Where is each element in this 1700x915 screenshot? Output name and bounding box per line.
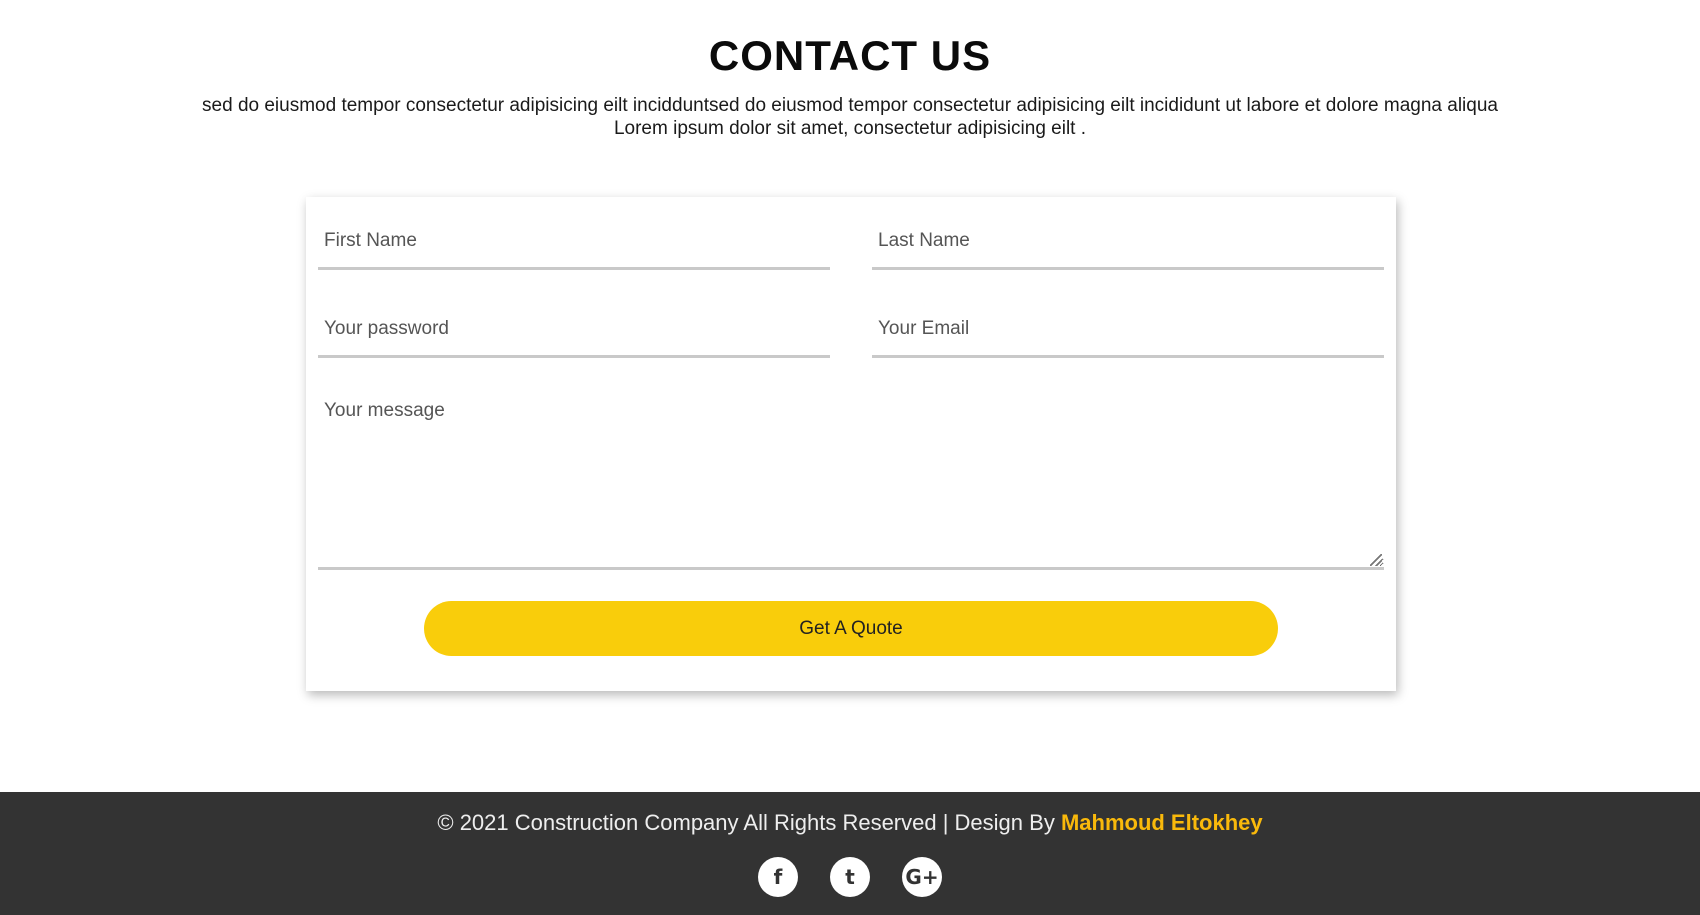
subtitle-line-2: Lorem ipsum dolor sit amet, consectetur …	[613, 118, 1087, 139]
page-subtitle: sed do eiusmod tempor consectetur adipis…	[160, 94, 1540, 140]
footer-copyright: © 2021 Construction Company All Rights R…	[0, 809, 1700, 837]
contact-header: CONTACT US sed do eiusmod tempor consect…	[0, 30, 1700, 140]
page-title: CONTACT US	[708, 32, 992, 79]
designer-link[interactable]: Mahmoud Eltokhey	[1061, 810, 1263, 835]
email-input[interactable]	[872, 303, 1384, 358]
get-a-quote-button[interactable]: Get A Quote	[424, 601, 1278, 656]
last-name-input[interactable]	[872, 215, 1384, 270]
first-name-input[interactable]	[318, 215, 830, 270]
subtitle-line-1: sed do eiusmod tempor consectetur adipis…	[202, 95, 1498, 116]
copyright-text: © 2021 Construction Company All Rights R…	[437, 810, 1061, 835]
password-input[interactable]	[318, 303, 830, 358]
social-links: f t G+	[0, 857, 1700, 897]
facebook-icon[interactable]: f	[758, 857, 798, 897]
site-footer: © 2021 Construction Company All Rights R…	[0, 792, 1700, 915]
contact-form-card: Get A Quote	[306, 197, 1396, 691]
message-textarea[interactable]	[318, 390, 1384, 570]
google-plus-icon[interactable]: G+	[902, 857, 942, 897]
contact-page: CONTACT US sed do eiusmod tempor consect…	[0, 0, 1700, 915]
twitter-icon[interactable]: t	[830, 857, 870, 897]
textarea-resize-handle[interactable]	[1370, 554, 1382, 566]
